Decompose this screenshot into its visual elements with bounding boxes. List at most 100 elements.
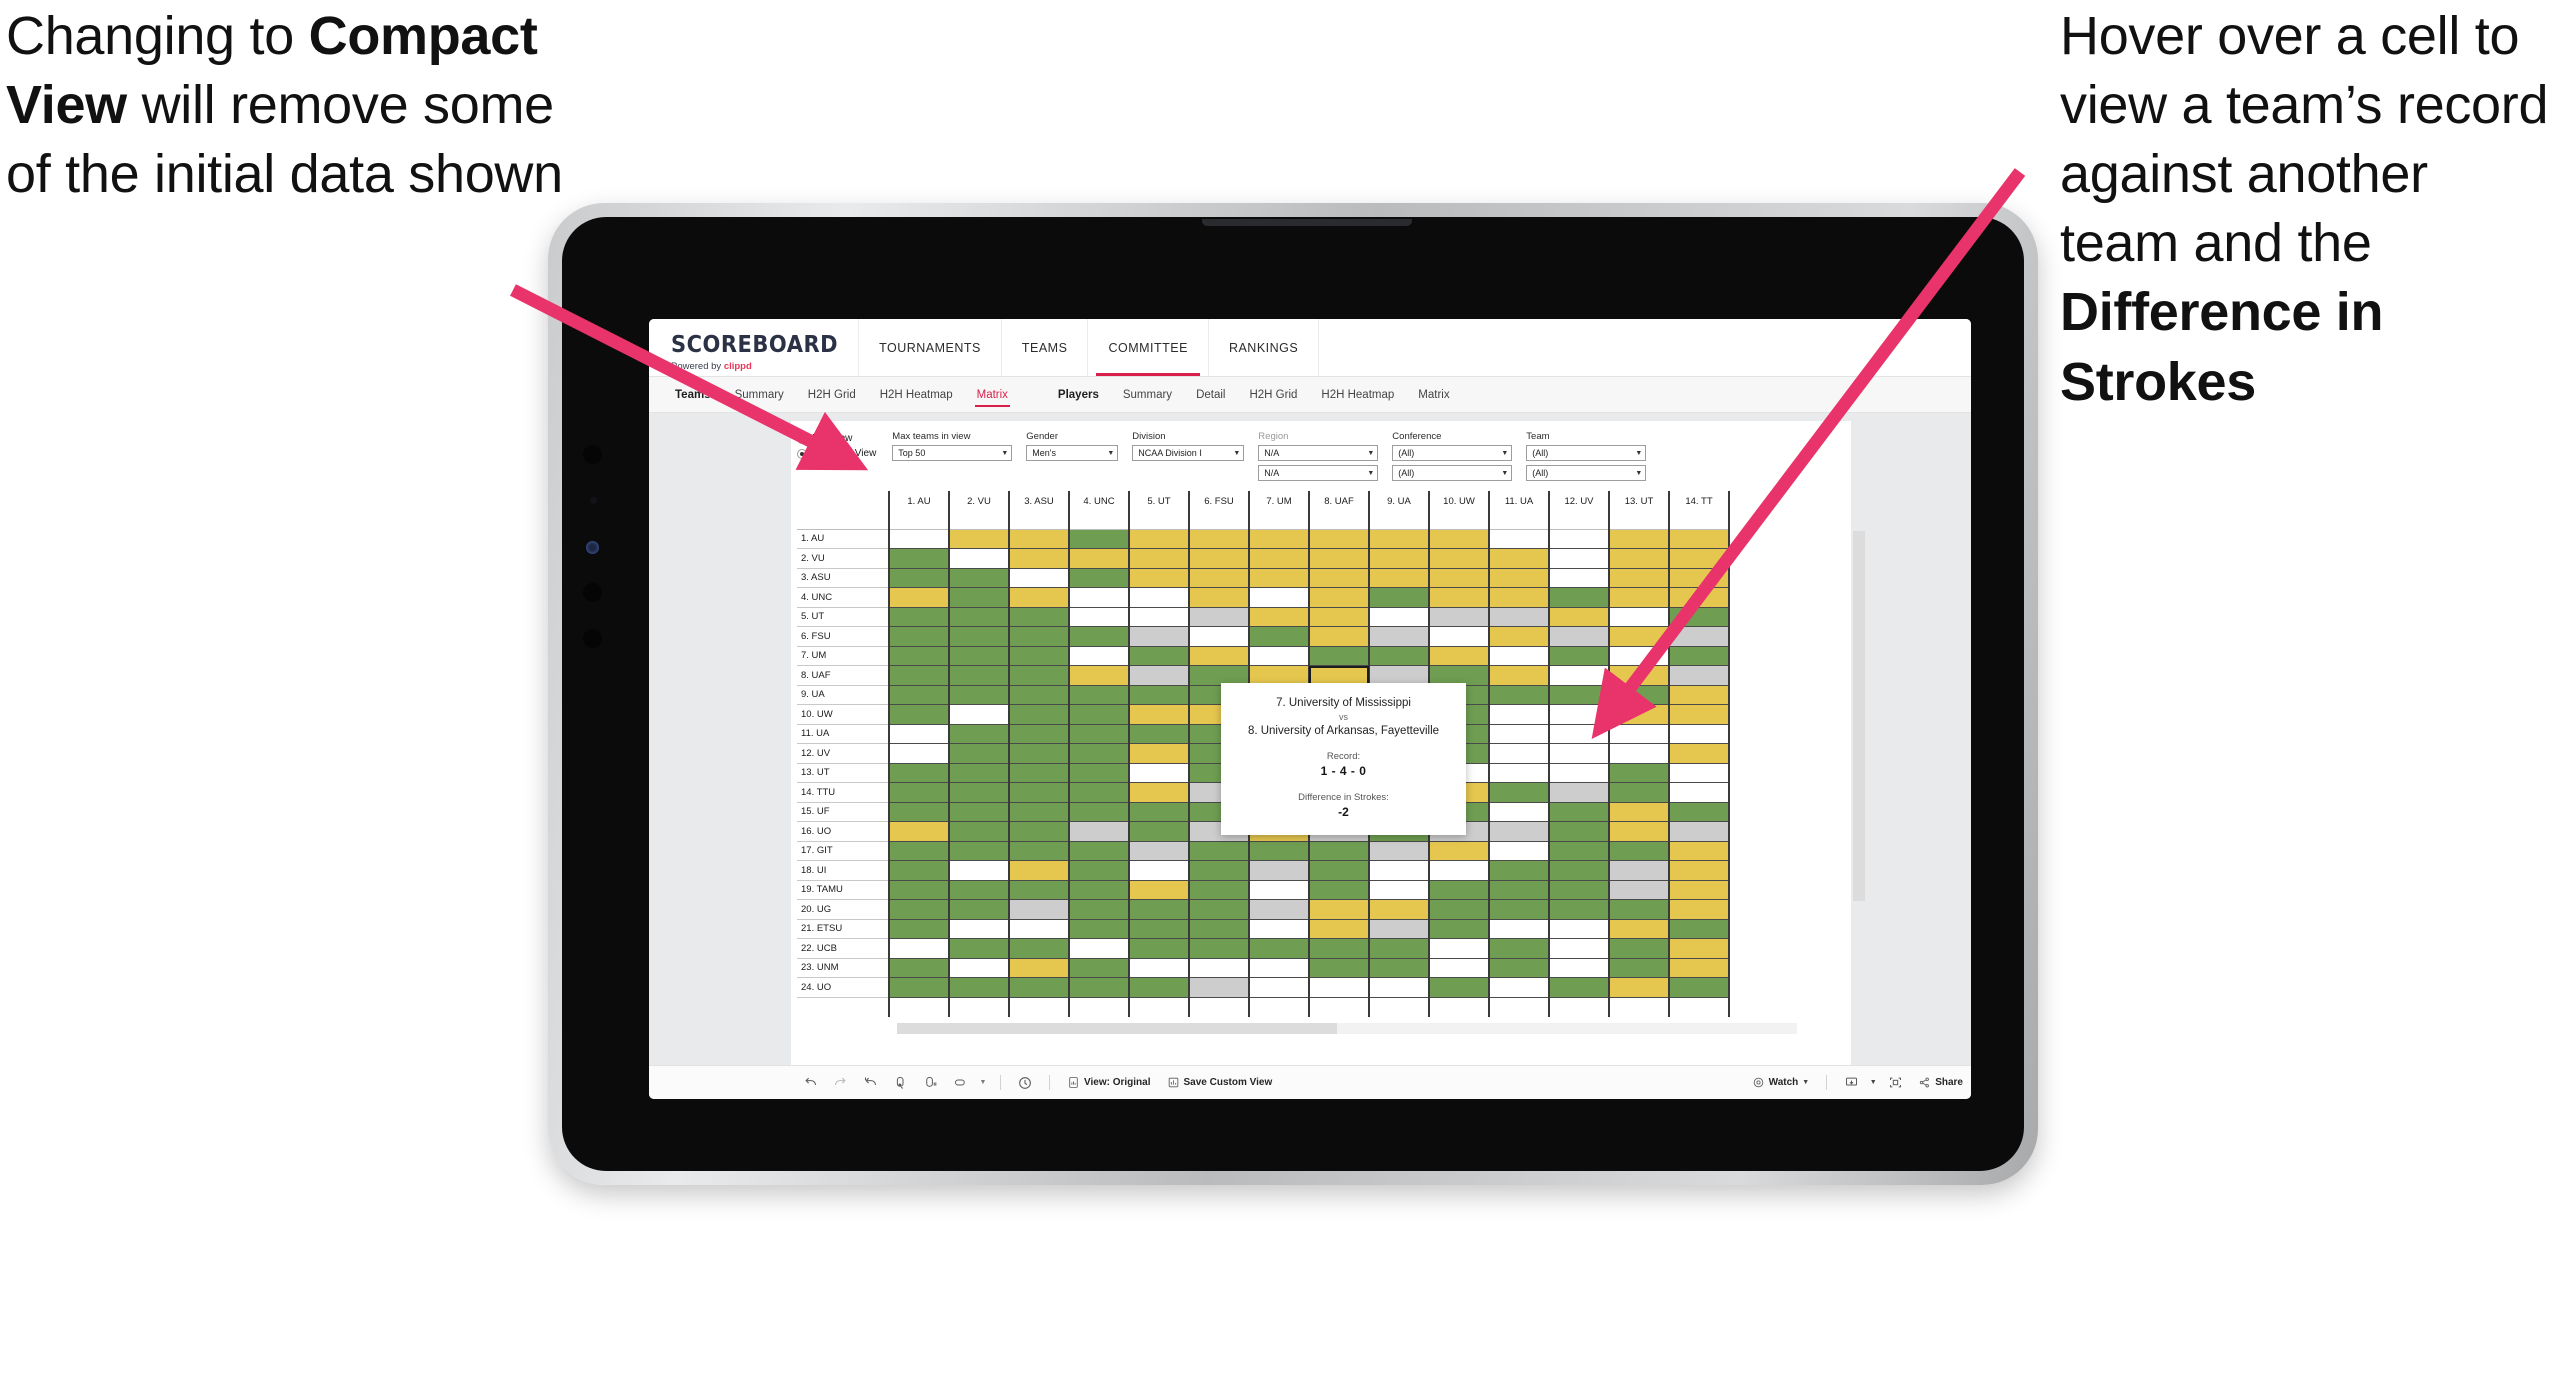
matrix-cell[interactable] [1489,529,1550,549]
matrix-cell[interactable] [1609,626,1670,647]
matrix-cell[interactable] [1429,568,1490,588]
matrix-cell[interactable] [1489,860,1550,881]
matrix-cell[interactable] [1189,958,1250,978]
radio-compact-view-icon[interactable] [797,448,807,459]
matrix-cell[interactable] [1669,529,1730,549]
subnav-item-players-h2h-heatmap[interactable]: H2H Heatmap [1309,377,1406,412]
matrix-cell[interactable] [1609,821,1670,842]
matrix-cell[interactable] [1489,646,1550,666]
filter-division-select[interactable]: NCAA Division I ▼ [1132,445,1245,461]
matrix-cell[interactable] [1069,704,1130,725]
matrix-cell[interactable] [1009,743,1070,764]
pause-icon[interactable] [915,1066,945,1099]
matrix-cell[interactable] [1009,802,1070,822]
matrix-cell[interactable] [1609,977,1670,998]
matrix-cell[interactable] [1249,958,1310,978]
matrix-cell[interactable] [949,529,1010,549]
matrix-cell[interactable] [949,548,1010,569]
matrix-cell[interactable] [889,743,950,764]
matrix-cell[interactable] [1189,568,1250,588]
matrix-cell[interactable] [1369,860,1430,881]
matrix-cell[interactable] [889,626,950,647]
matrix-cell[interactable] [1609,743,1670,764]
matrix-cell[interactable] [1189,938,1250,959]
matrix-cell[interactable] [1369,568,1430,588]
matrix-cell[interactable] [1429,880,1490,900]
matrix-cell[interactable] [1009,938,1070,959]
matrix-cell[interactable] [1669,977,1730,998]
matrix-cell[interactable] [949,626,1010,647]
matrix-cell[interactable] [1129,977,1190,998]
undo-icon[interactable] [795,1066,825,1099]
matrix-cell[interactable] [1669,841,1730,861]
matrix-cell[interactable] [1489,938,1550,959]
matrix-cell[interactable] [1009,958,1070,978]
matrix-cell[interactable] [1429,529,1490,549]
matrix-cell[interactable] [1369,958,1430,978]
matrix-cell[interactable] [1249,587,1310,608]
matrix-cell[interactable] [1609,704,1670,725]
matrix-cell[interactable] [1549,743,1610,764]
matrix-cell[interactable] [1489,685,1550,705]
subnav-item-teams-matrix[interactable]: Matrix [965,377,1020,412]
clock-icon[interactable] [1010,1066,1040,1099]
matrix-cell[interactable] [889,899,950,920]
matrix-cell[interactable] [1009,880,1070,900]
matrix-cell[interactable] [1609,587,1670,608]
matrix-cell[interactable] [1129,841,1190,861]
matrix-cell[interactable] [1669,938,1730,959]
shape-caret-icon[interactable]: ▼ [975,1066,991,1099]
matrix-cell[interactable] [1069,646,1130,666]
matrix-cell[interactable] [1009,763,1070,783]
matrix-cell[interactable] [1489,919,1550,939]
matrix-cell[interactable] [1069,958,1130,978]
matrix-cell[interactable] [1129,938,1190,959]
matrix-cell[interactable] [1249,899,1310,920]
subnav-item-teams-h2h-grid[interactable]: H2H Grid [796,377,868,412]
matrix-cell[interactable] [1489,880,1550,900]
vertical-scrollbar[interactable] [1853,531,1865,901]
matrix-cell[interactable] [1609,646,1670,666]
matrix-cell[interactable] [1309,529,1370,549]
matrix-cell[interactable] [1429,646,1490,666]
matrix-cell[interactable] [889,665,950,686]
matrix-cell[interactable] [1009,919,1070,939]
matrix-cell[interactable] [1189,977,1250,998]
matrix-cell[interactable] [1669,607,1730,627]
matrix-cell[interactable] [1069,685,1130,705]
matrix-cell[interactable] [889,704,950,725]
matrix-cell[interactable] [1429,587,1490,608]
matrix-cell[interactable] [949,958,1010,978]
matrix-cell[interactable] [1549,763,1610,783]
matrix-cell[interactable] [1669,626,1730,647]
matrix-cell[interactable] [1549,841,1610,861]
matrix-cell[interactable] [1069,821,1130,842]
matrix-cell[interactable] [1669,899,1730,920]
matrix-cell[interactable] [1129,763,1190,783]
matrix-cell[interactable] [1489,958,1550,978]
matrix-cell[interactable] [889,646,950,666]
matrix-cell[interactable] [1489,607,1550,627]
matrix-cell[interactable] [889,529,950,549]
matrix-cell[interactable] [949,782,1010,803]
matrix-cell[interactable] [1489,626,1550,647]
matrix-cell[interactable] [1189,646,1250,666]
matrix-cell[interactable] [949,724,1010,744]
matrix-cell[interactable] [1189,880,1250,900]
matrix-cell[interactable] [1249,841,1310,861]
matrix-cell[interactable] [1309,646,1370,666]
matrix-cell[interactable] [1009,646,1070,666]
matrix-cell[interactable] [1129,646,1190,666]
clippd-link[interactable]: clippd [724,361,752,372]
matrix-cell[interactable] [1549,646,1610,666]
matrix-cell[interactable] [1309,841,1370,861]
matrix-cell[interactable] [1669,782,1730,803]
matrix-cell[interactable] [949,860,1010,881]
matrix-cell[interactable] [889,802,950,822]
matrix-cell[interactable] [1429,899,1490,920]
matrix-cell[interactable] [1009,568,1070,588]
matrix-cell[interactable] [1609,841,1670,861]
fullscreen-icon[interactable] [1880,1066,1910,1099]
matrix-cell[interactable] [1069,626,1130,647]
matrix-cell[interactable] [1249,607,1310,627]
